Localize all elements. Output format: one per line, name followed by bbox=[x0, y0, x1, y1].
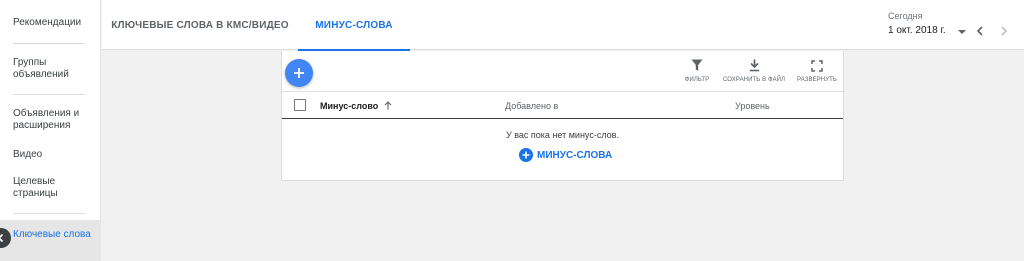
add-negative-keyword-button[interactable] bbox=[285, 59, 313, 87]
date-next-button[interactable] bbox=[997, 23, 1011, 39]
column-header-level[interactable]: Уровень bbox=[735, 92, 770, 119]
select-all-checkbox[interactable] bbox=[294, 99, 306, 111]
expand-label: РАЗВЕРНУТЬ bbox=[797, 77, 837, 83]
negative-keywords-card: ФИЛЬТР СОХРАНИТЬ В ФАЙЛ РАЗВЕРНУТЬ Минус… bbox=[281, 51, 844, 181]
expand-button[interactable]: РАЗВЕРНУТЬ bbox=[787, 57, 847, 87]
sidebar-item-keywords-active[interactable]: Ключевые слова bbox=[0, 220, 101, 261]
plus-circle-icon bbox=[519, 148, 533, 162]
sidebar-divider bbox=[13, 43, 85, 44]
chevron-left-icon bbox=[976, 26, 983, 36]
sidebar: Рекомендации Группы объявлений Объявлени… bbox=[0, 0, 101, 261]
download-icon bbox=[749, 59, 759, 72]
sort-up-icon bbox=[384, 101, 392, 110]
empty-state-text: У вас пока нет минус-слов. bbox=[506, 130, 619, 140]
sidebar-item-ads-extensions[interactable]: Объявления и расширения bbox=[13, 108, 91, 132]
page-header: КЛЮЧЕВЫЕ СЛОВА В КМС/ВИДЕО МИНУС-СЛОВА С… bbox=[102, 0, 1024, 51]
column-header-added-to[interactable]: Добавлено в bbox=[505, 92, 558, 119]
sidebar-item-ad-groups[interactable]: Группы объявлений bbox=[13, 57, 91, 81]
sidebar-item-recommendations[interactable]: Рекомендации bbox=[13, 17, 91, 29]
table-header: Минус-слово Добавлено в Уровень bbox=[282, 91, 843, 119]
tab-display-video-keywords[interactable]: КЛЮЧЕВЫЕ СЛОВА В КМС/ВИДЕО bbox=[104, 0, 296, 50]
sidebar-item-landing-pages[interactable]: Целевые страницы bbox=[13, 176, 91, 200]
sidebar-item-keywords[interactable]: Ключевые слова bbox=[13, 229, 91, 241]
column-header-negative-keyword[interactable]: Минус-слово bbox=[320, 92, 392, 119]
save-to-file-label: СОХРАНИТЬ В ФАЙЛ bbox=[722, 77, 786, 83]
caret-down-icon[interactable] bbox=[958, 30, 966, 34]
add-negative-keywords-label: МИНУС-СЛОВА bbox=[537, 149, 613, 161]
chevron-left-icon bbox=[0, 233, 4, 243]
date-range-value[interactable]: 1 окт. 2018 г. bbox=[888, 25, 946, 36]
sidebar-divider bbox=[13, 94, 85, 95]
sidebar-item-video[interactable]: Видео bbox=[13, 149, 91, 161]
column-header-negative-keyword-label: Минус-слово bbox=[320, 100, 379, 111]
filter-icon bbox=[691, 59, 703, 71]
sidebar-divider bbox=[13, 213, 85, 214]
date-range-label: Сегодня bbox=[888, 11, 923, 21]
chevron-right-icon bbox=[1001, 26, 1008, 36]
date-prev-button[interactable] bbox=[973, 23, 987, 39]
add-negative-keywords-link[interactable]: МИНУС-СЛОВА bbox=[519, 148, 612, 162]
fullscreen-icon bbox=[811, 60, 823, 72]
save-to-file-button[interactable]: СОХРАНИТЬ В ФАЙЛ bbox=[722, 57, 786, 87]
filter-label: ФИЛЬТР bbox=[684, 77, 710, 83]
tab-negative-keywords[interactable]: МИНУС-СЛОВА bbox=[298, 0, 410, 51]
filter-button[interactable]: ФИЛЬТР bbox=[667, 57, 727, 87]
plus-icon bbox=[294, 68, 304, 78]
